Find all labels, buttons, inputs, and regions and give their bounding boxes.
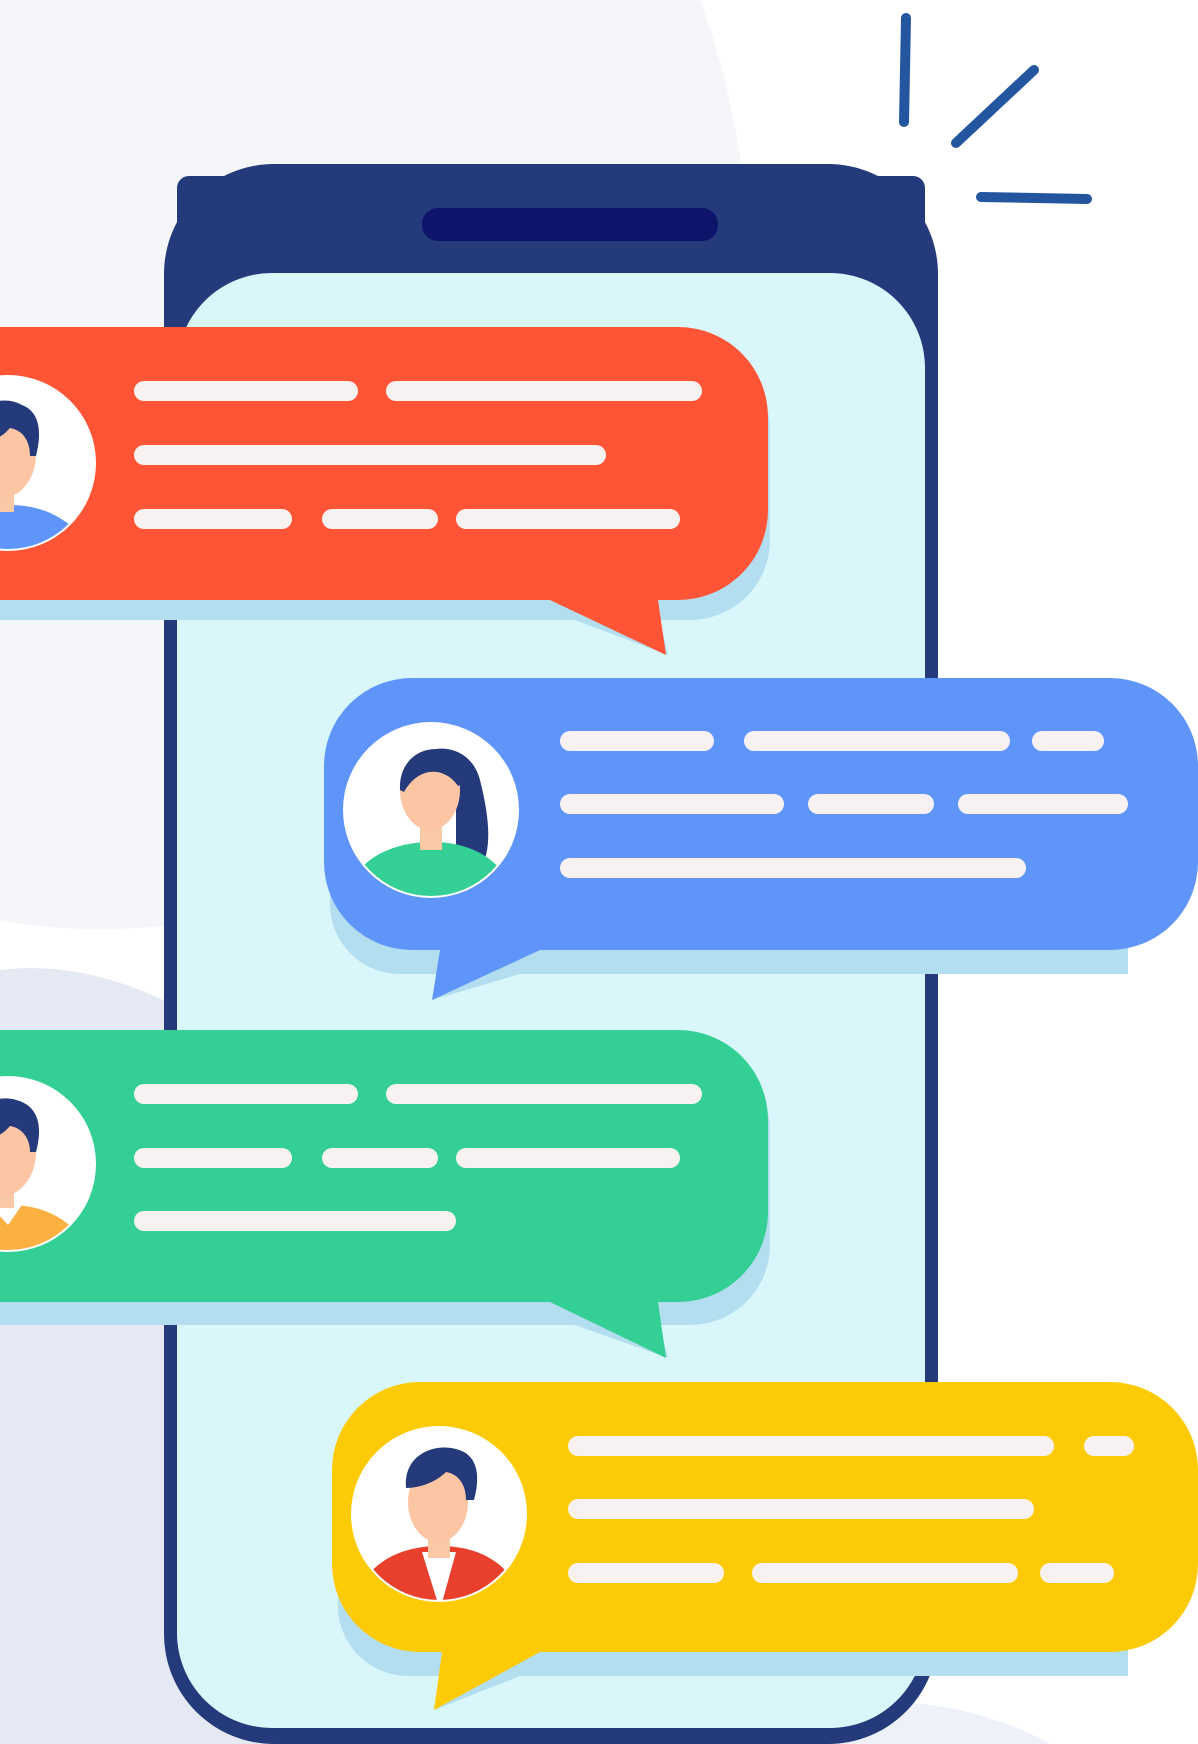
chat-bubble-red <box>0 327 770 655</box>
chat-illustration <box>0 0 1198 1744</box>
phone-notch <box>422 208 718 241</box>
chat-bubble-green <box>0 1030 770 1358</box>
chat-bubble-yellow <box>332 1382 1198 1710</box>
chat-bubble-blue <box>324 678 1198 1000</box>
sparkle-icon <box>899 13 1092 204</box>
